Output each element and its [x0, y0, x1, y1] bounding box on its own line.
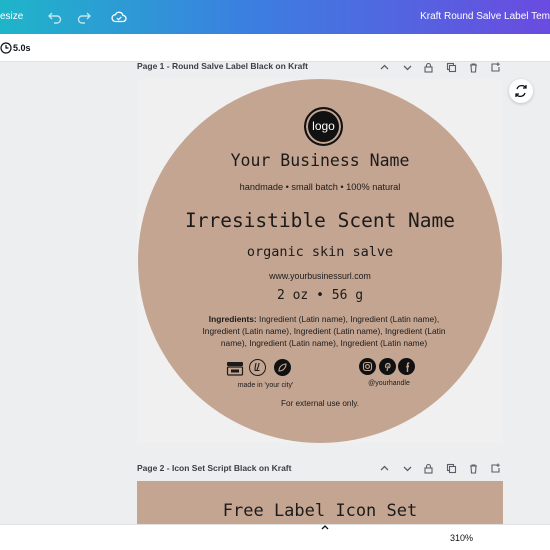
page-title[interactable]: Page 1 - Round Salve Label Black on Kraf… [137, 61, 308, 71]
business-name[interactable]: Your Business Name [138, 151, 502, 170]
duplicate-icon[interactable] [446, 463, 457, 474]
clock-icon[interactable] [0, 42, 12, 54]
pinterest-icon[interactable] [379, 358, 396, 375]
chevron-up-icon[interactable] [379, 463, 390, 474]
website-url[interactable]: www.yourbusinessurl.com [138, 271, 502, 281]
page-1-header: Page 1 - Round Salve Label Black on Kraf… [137, 60, 503, 74]
add-page-icon[interactable] [490, 62, 501, 73]
round-label[interactable]: logo Your Business Name handmade • small… [138, 79, 502, 443]
trash-icon[interactable] [468, 463, 479, 474]
icon-set-heading[interactable]: Free Label Icon Set [137, 501, 503, 521]
page-title[interactable]: Page 2 - Icon Set Script Black on Kraft [137, 463, 291, 473]
bottom-bar: 310% [0, 524, 550, 550]
cruelty-free-bunny-icon[interactable] [249, 359, 266, 376]
product-type[interactable]: organic skin salve [138, 244, 502, 260]
timing-bar: 5.0s [0, 34, 550, 62]
trash-icon[interactable] [468, 62, 479, 73]
jar-icon[interactable] [225, 359, 245, 377]
page-2-canvas[interactable]: Free Label Icon Set [137, 481, 503, 526]
duplicate-icon[interactable] [446, 62, 457, 73]
resize-button[interactable]: esize [0, 11, 23, 22]
zoom-level[interactable]: 310% [450, 533, 473, 543]
external-use-notice[interactable]: For external use only. [138, 399, 502, 408]
net-weight[interactable]: 2 oz • 56 g [138, 288, 502, 303]
made-in-text[interactable]: made in 'your city' [178, 382, 353, 389]
duration-label[interactable]: 5.0s [13, 43, 31, 53]
top-toolbar: esize Kraft Round Salve Label Tem [0, 0, 550, 34]
scent-name[interactable]: Irresistible Scent Name [138, 209, 502, 232]
facebook-icon[interactable] [398, 358, 415, 375]
undo-icon[interactable] [47, 9, 63, 25]
refresh-tool-button[interactable] [509, 79, 533, 103]
page-1-canvas[interactable]: logo Your Business Name handmade • small… [137, 79, 503, 443]
logo-circle[interactable]: logo [304, 107, 343, 146]
ingredients-label: Ingredients: [208, 314, 257, 324]
redo-icon[interactable] [76, 9, 92, 25]
chevron-up-icon[interactable] [379, 62, 390, 73]
document-title[interactable]: Kraft Round Salve Label Tem [420, 11, 550, 22]
ingredients-block[interactable]: Ingredients: Ingredient (Latin name), In… [196, 313, 452, 349]
lock-icon[interactable] [423, 463, 434, 474]
lock-icon[interactable] [423, 62, 434, 73]
tagline[interactable]: handmade • small batch • 100% natural [138, 182, 502, 192]
add-page-icon[interactable] [490, 463, 501, 474]
chevron-down-icon[interactable] [402, 463, 413, 474]
leaf-badge-icon[interactable] [274, 359, 291, 376]
refresh-icon [515, 84, 527, 98]
logo-text: logo [312, 119, 335, 133]
social-handle[interactable]: @yourhandle [334, 380, 444, 387]
cloud-saved-icon[interactable] [111, 9, 127, 25]
chevron-up-icon[interactable] [320, 523, 330, 533]
instagram-icon[interactable] [359, 358, 376, 375]
page-2-header: Page 2 - Icon Set Script Black on Kraft [137, 462, 503, 476]
chevron-down-icon[interactable] [402, 62, 413, 73]
